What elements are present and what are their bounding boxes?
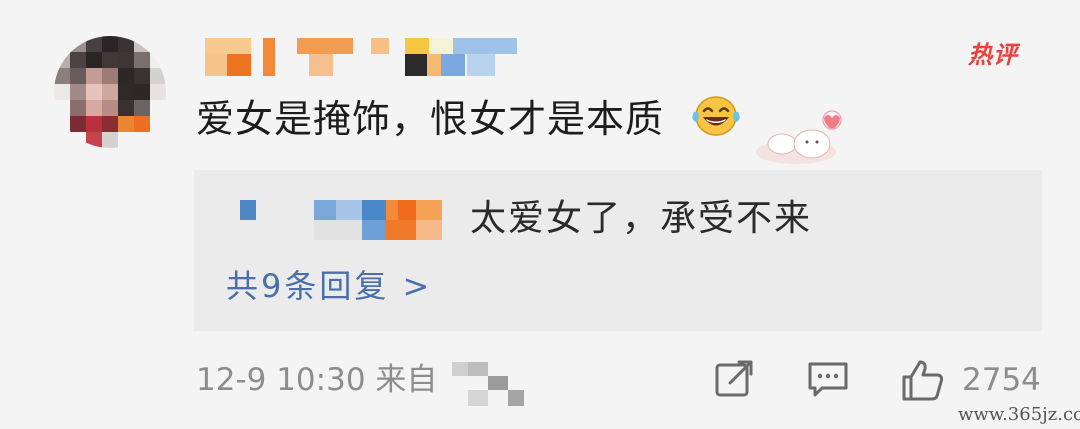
laugh-cry-emoji-icon [692, 96, 740, 136]
avatar[interactable] [54, 36, 166, 148]
reply-username-mosaic[interactable] [240, 200, 445, 242]
comment-icon[interactable] [806, 357, 850, 401]
watermark: www.365jz.com [958, 404, 1080, 425]
comment-text: 爱女是掩饰，恨女才是本质 [196, 97, 665, 141]
reply-text: 太爱女了，承受不来 [470, 198, 813, 239]
hot-comment-badge: 热评 [968, 41, 1018, 69]
share-icon[interactable] [712, 357, 756, 401]
thumbs-up-icon[interactable] [900, 357, 946, 403]
source-mosaic [452, 362, 524, 406]
username-mosaic[interactable] [205, 38, 525, 78]
cat-decoration-icon [756, 110, 842, 164]
view-replies-link[interactable]: 共9条回复 > [226, 264, 432, 308]
like-count: 2754 [962, 362, 1041, 398]
comment-timestamp: 12-9 10:30 来自 [196, 362, 438, 398]
